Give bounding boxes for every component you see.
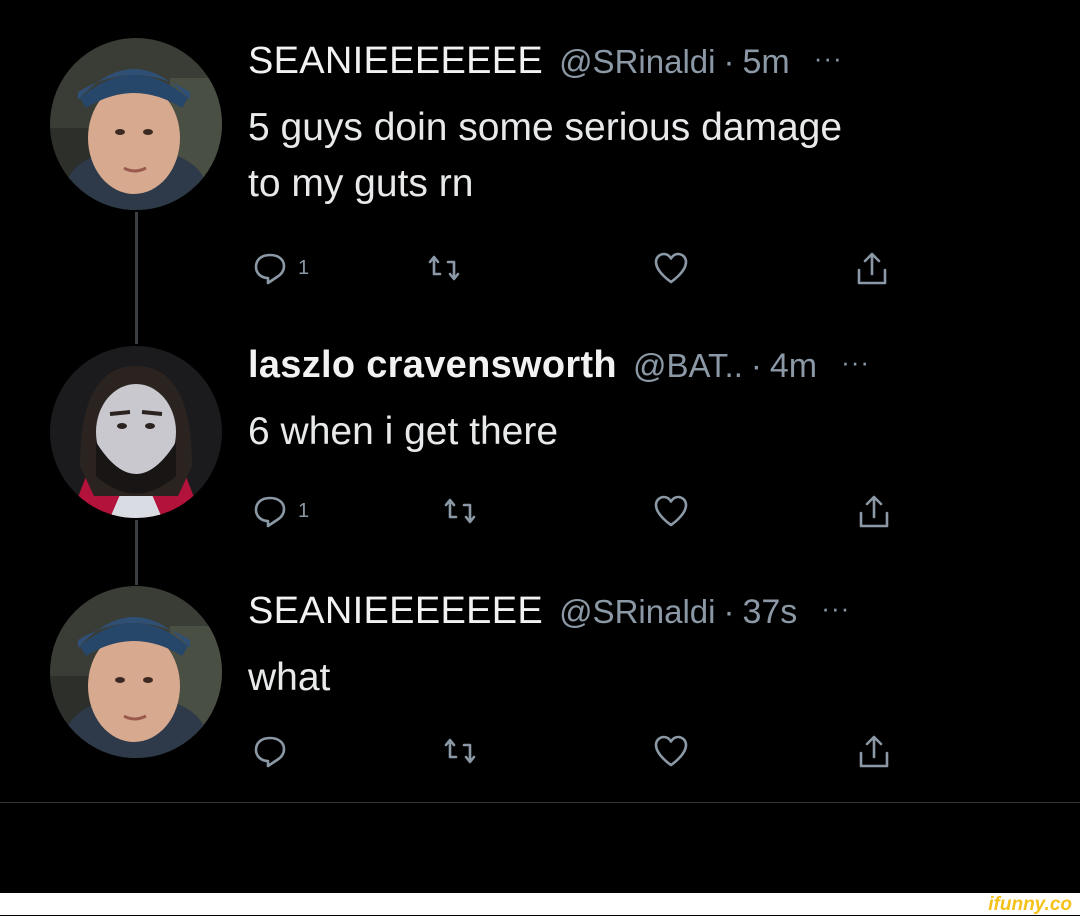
tweet-text-line: 6 when i get there <box>248 410 559 453</box>
separator: · <box>723 593 735 630</box>
user-handle[interactable]: @SRinaldi <box>559 43 715 81</box>
more-icon[interactable]: ··· <box>821 593 850 624</box>
share-button[interactable] <box>856 493 892 531</box>
retweet-icon <box>444 738 476 764</box>
display-name[interactable]: SEANIEEEEEEE <box>248 590 543 633</box>
action-bar <box>248 733 908 773</box>
reply-button[interactable]: 1 <box>252 250 309 286</box>
like-button[interactable] <box>652 493 690 529</box>
ifunny-watermark: ifunny.co <box>988 894 1072 915</box>
reply-icon <box>254 496 286 528</box>
display-name[interactable]: SEANIEEEEEEE <box>248 40 543 83</box>
like-button[interactable] <box>652 733 690 769</box>
action-bar: 1 <box>248 250 908 290</box>
more-icon[interactable]: ··· <box>814 43 843 74</box>
like-button[interactable] <box>652 250 690 286</box>
more-icon[interactable]: ··· <box>841 347 870 378</box>
separator: · <box>750 347 762 384</box>
avatar[interactable] <box>50 346 222 518</box>
share-button[interactable] <box>854 250 890 288</box>
reply-button[interactable] <box>252 733 288 769</box>
tweet-text-line: 5 guys doin some serious damage <box>248 106 843 149</box>
timestamp[interactable]: 5m <box>742 43 789 82</box>
share-icon <box>859 735 889 768</box>
heart-icon <box>654 252 688 284</box>
retweet-button[interactable] <box>442 733 478 769</box>
reply-button[interactable]: 1 <box>252 493 309 529</box>
timestamp[interactable]: 4m <box>770 347 817 386</box>
heart-icon <box>654 495 688 527</box>
tweet-text-line: what <box>248 656 331 699</box>
retweet-icon <box>428 255 460 281</box>
tweet-text: 5 guys doin some serious damage to my gu… <box>248 100 1048 212</box>
share-button[interactable] <box>856 733 892 771</box>
reply-count: 1 <box>298 499 310 522</box>
retweet-button[interactable] <box>442 493 478 529</box>
tweet-header: SEANIEEEEEEE @SRinaldi · 5m ··· <box>248 40 843 83</box>
thread-connector <box>135 520 138 585</box>
tweet-thread: SEANIEEEEEEE @SRinaldi · 5m ··· 5 guys d… <box>0 0 1080 805</box>
display-name[interactable]: laszlo cravensworth <box>248 344 617 387</box>
tweet-header: laszlo cravensworth @BAT.. · 4m ··· <box>248 344 870 387</box>
thread-connector <box>135 212 138 344</box>
timestamp[interactable]: 37s <box>742 593 797 632</box>
tweet-header: SEANIEEEEEEE @SRinaldi · 37s ··· <box>248 590 850 633</box>
user-handle[interactable]: @SRinaldi <box>559 593 715 631</box>
reply-icon <box>254 253 286 285</box>
heart-icon <box>654 735 688 767</box>
user-handle[interactable]: @BAT.. <box>633 347 743 385</box>
divider <box>0 802 1080 803</box>
separator: · <box>723 43 735 80</box>
tweet-text: what <box>248 650 1048 706</box>
avatar[interactable] <box>50 38 222 210</box>
retweet-button[interactable] <box>426 250 462 286</box>
share-icon <box>857 252 887 285</box>
tweet-text-line: to my guts rn <box>248 162 474 205</box>
share-icon <box>859 495 889 528</box>
action-bar: 1 <box>248 493 908 533</box>
watermark-bar: ifunny.co <box>0 893 1080 915</box>
tweet-text: 6 when i get there <box>248 404 1048 460</box>
reply-count: 1 <box>298 256 310 279</box>
avatar[interactable] <box>50 586 222 758</box>
reply-icon <box>254 736 286 768</box>
retweet-icon <box>444 498 476 524</box>
